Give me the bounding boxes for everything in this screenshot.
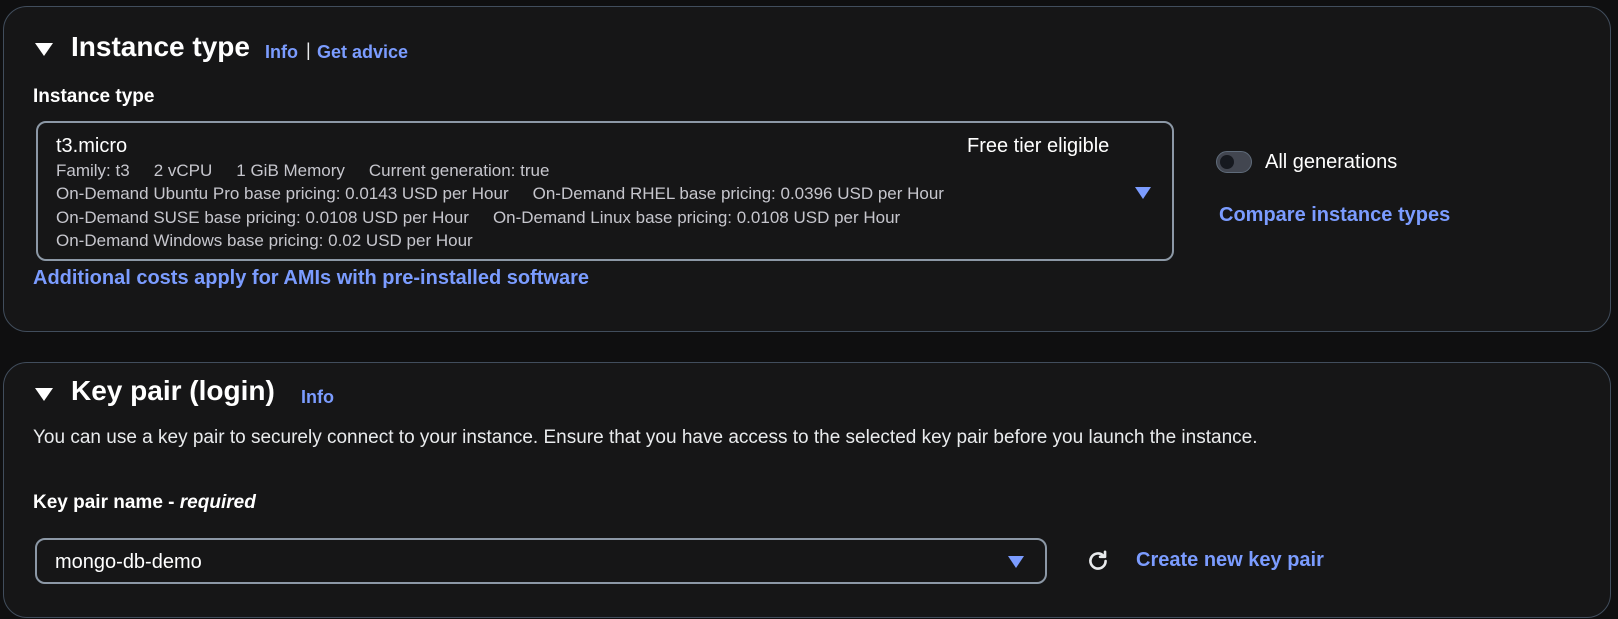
key-pair-panel: Key pair (login) Info You can use a key … bbox=[3, 362, 1611, 618]
selected-key-pair: mongo-db-demo bbox=[55, 551, 202, 573]
info-link[interactable]: Info bbox=[301, 387, 334, 408]
get-advice-link[interactable]: Get advice bbox=[317, 42, 408, 63]
memory-value: 1 GiB Memory bbox=[236, 161, 345, 180]
instance-meta-row-4: On-Demand Windows base pricing: 0.02 USD… bbox=[56, 231, 497, 251]
dropdown-arrow-icon bbox=[1008, 556, 1024, 568]
rhel-pricing: On-Demand RHEL base pricing: 0.0396 USD … bbox=[532, 184, 944, 203]
key-pair-select[interactable]: mongo-db-demo bbox=[35, 538, 1047, 584]
toggle-knob bbox=[1220, 155, 1234, 169]
refresh-icon[interactable] bbox=[1085, 548, 1111, 574]
ubuntu-pro-pricing: On-Demand Ubuntu Pro base pricing: 0.014… bbox=[56, 184, 509, 203]
dropdown-arrow-icon bbox=[1135, 187, 1151, 199]
section-title: Instance type bbox=[71, 31, 250, 62]
instance-meta-row-1: Family: t3 2 vCPU 1 GiB Memory Current gene… bbox=[56, 161, 573, 181]
create-new-key-pair-link[interactable]: Create new key pair bbox=[1136, 549, 1324, 572]
selected-instance-type: t3.micro bbox=[56, 135, 128, 157]
all-generations-label: All generations bbox=[1265, 151, 1398, 173]
windows-pricing: On-Demand Windows base pricing: 0.02 USD… bbox=[56, 231, 473, 250]
key-pair-name-label-text: Key pair name - bbox=[33, 492, 180, 513]
additional-costs-link[interactable]: Additional costs apply for AMIs with pre… bbox=[33, 267, 589, 290]
instance-type-panel: Instance type Info | Get advice Instance… bbox=[3, 6, 1611, 332]
linux-pricing: On-Demand Linux base pricing: 0.0108 USD… bbox=[492, 208, 901, 227]
key-pair-name-label: Key pair name - required bbox=[33, 492, 256, 514]
section-title: Key pair (login) bbox=[71, 375, 275, 406]
caret-down-icon[interactable] bbox=[35, 43, 53, 56]
key-pair-description: You can use a key pair to securely conne… bbox=[33, 427, 1258, 448]
generation-value: Current generation: true bbox=[368, 161, 550, 180]
info-link[interactable]: Info bbox=[265, 42, 298, 63]
instance-type-select[interactable]: t3.micro Free tier eligible Family: t3 2 … bbox=[36, 121, 1174, 261]
required-marker: required bbox=[179, 492, 256, 513]
link-separator: | bbox=[306, 40, 311, 60]
all-generations-toggle[interactable] bbox=[1216, 151, 1252, 173]
compare-instance-types-link[interactable]: Compare instance types bbox=[1219, 204, 1450, 227]
instance-type-field-label: Instance type bbox=[33, 86, 155, 107]
suse-pricing: On-Demand SUSE base pricing: 0.0108 USD … bbox=[56, 208, 469, 227]
free-tier-badge: Free tier eligible bbox=[967, 135, 1110, 157]
caret-down-icon[interactable] bbox=[35, 388, 53, 401]
vcpu-value: 2 vCPU bbox=[153, 161, 213, 180]
instance-meta-row-2: On-Demand Ubuntu Pro base pricing: 0.014… bbox=[56, 184, 968, 204]
instance-meta-row-3: On-Demand SUSE base pricing: 0.0108 USD … bbox=[56, 208, 924, 228]
family-value: Family: t3 bbox=[56, 161, 130, 180]
